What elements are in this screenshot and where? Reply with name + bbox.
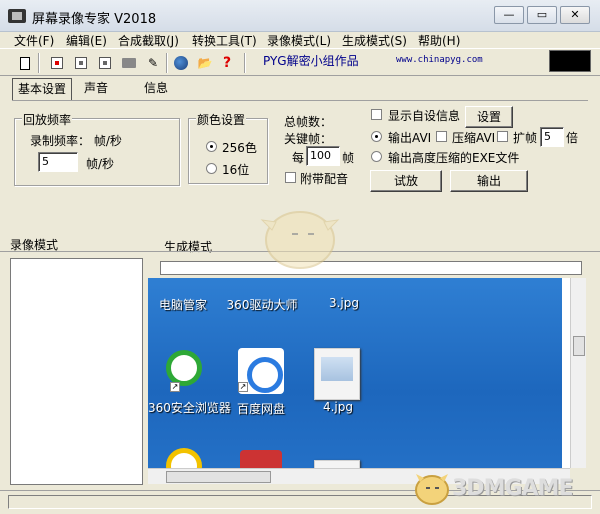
record-mode-label: 录像模式: [10, 238, 59, 252]
frame-preview[interactable]: 电脑管家 360驱动大师 3.jpg ↗ 360安全浏览器 ↗ 百度网盘 4.j…: [148, 278, 570, 468]
wand-icon[interactable]: ✎: [144, 54, 162, 72]
mascot-watermark-icon: [260, 211, 340, 269]
frames-unit: 帧: [342, 151, 355, 165]
mascot-logo-icon: [415, 474, 449, 505]
times-label: 倍: [566, 131, 579, 145]
camera-icon[interactable]: [120, 54, 138, 72]
record-mode-header: 录像模式: [10, 236, 150, 252]
menu-edit[interactable]: 编辑(E): [66, 32, 107, 49]
desktop-item-label: 百度网盘: [236, 402, 285, 416]
record-rate-label: 录制频率： 帧/秒: [30, 134, 122, 148]
tab-panel-border: [12, 100, 588, 101]
app-icon-partial: [166, 448, 202, 468]
output-avi-radio[interactable]: [371, 131, 382, 142]
settings-button[interactable]: 设置: [465, 106, 513, 128]
every-label: 每: [292, 151, 305, 165]
key-frame-input[interactable]: 100: [306, 146, 340, 166]
generate-mode-label: 生成模式: [164, 240, 213, 254]
shortcut-arrow-icon: ↗: [238, 382, 248, 392]
app-icon-partial: [240, 450, 282, 468]
tab-info[interactable]: 信息: [136, 78, 176, 100]
window-title: 屏幕录像专家 V2018: [32, 12, 157, 27]
color-256-label: 256色: [222, 141, 257, 155]
color-256-radio[interactable]: [206, 141, 217, 152]
close-button[interactable]: ✕: [560, 6, 590, 24]
output-exe-radio[interactable]: [371, 151, 382, 162]
stop-icon[interactable]: [96, 54, 114, 72]
maximize-button[interactable]: ▭: [527, 6, 557, 24]
file-path-field[interactable]: [160, 261, 582, 275]
compress-avi-checkbox[interactable]: [436, 131, 447, 142]
menu-record-mode[interactable]: 录像模式(L): [267, 32, 331, 49]
image-file-icon: [314, 460, 360, 468]
desktop-item-label: 3.jpg: [328, 296, 360, 310]
show-custom-info-label: 显示自设信息: [388, 109, 461, 123]
tab-audio[interactable]: 声音: [76, 78, 116, 100]
site-watermark: 3DMGAME: [412, 468, 592, 508]
pause-icon[interactable]: [72, 54, 90, 72]
color-16bit-label: 16位: [222, 163, 250, 177]
scroll-thumb[interactable]: [166, 471, 271, 483]
frame-rate-unit: 帧/秒: [86, 157, 115, 171]
menu-compose[interactable]: 合成截取(J): [118, 32, 179, 49]
show-custom-info-checkbox[interactable]: [371, 109, 382, 120]
record-icon[interactable]: [48, 54, 66, 72]
expand-frames-checkbox[interactable]: [497, 131, 508, 142]
generate-mode-header: 生成模式: [158, 236, 588, 254]
shortcut-arrow-icon: ↗: [170, 382, 180, 392]
menu-bar: 文件(F) 编辑(E) 合成截取(J) 转换工具(T) 录像模式(L) 生成模式…: [0, 32, 600, 48]
frame-rate-input[interactable]: 5: [38, 152, 78, 172]
app-icon: [8, 9, 26, 23]
preview-swatch: [549, 50, 591, 72]
watermark-text: 3DMGAME: [452, 476, 573, 501]
scroll-thumb[interactable]: [573, 336, 585, 356]
output-button[interactable]: 输出: [450, 170, 528, 192]
folder-icon[interactable]: 📂: [196, 54, 214, 72]
preview-play-button[interactable]: 试放: [370, 170, 442, 192]
playback-group-title: 回放频率: [22, 111, 73, 128]
menu-file[interactable]: 文件(F): [14, 32, 54, 49]
toolbar-separator: [166, 53, 168, 73]
audio-label: 附带配音: [300, 172, 349, 186]
preview-edge: [562, 278, 570, 468]
output-exe-label: 输出高度压缩的EXE文件: [388, 151, 520, 165]
menu-convert[interactable]: 转换工具(T): [192, 32, 257, 49]
desktop-item-label: 4.jpg: [322, 400, 354, 414]
new-file-icon[interactable]: [16, 54, 34, 72]
credit-text: PYG解密小组作品: [263, 54, 359, 68]
color-group-title: 颜色设置: [196, 111, 247, 128]
help-icon[interactable]: ?: [218, 54, 236, 72]
minimize-button[interactable]: —: [494, 6, 524, 24]
compress-avi-label: 压缩AVI: [452, 131, 496, 145]
browser-icon: [166, 350, 202, 386]
toolbar-separator: [38, 53, 40, 73]
toolbar-separator: [244, 53, 246, 73]
expand-frames-input[interactable]: 5: [540, 127, 564, 147]
expand-frames-label: 扩帧: [513, 131, 538, 145]
audio-checkbox[interactable]: [285, 172, 296, 183]
record-list-pane[interactable]: [10, 258, 143, 485]
total-frames-label: 总帧数：: [284, 115, 333, 129]
vertical-scrollbar[interactable]: [570, 278, 586, 468]
tab-basic-settings[interactable]: 基本设置: [12, 78, 72, 100]
menu-help[interactable]: 帮助(H): [418, 32, 460, 49]
desktop-item-label: 360安全浏览器: [148, 401, 231, 415]
color-16bit-radio[interactable]: [206, 163, 217, 174]
key-frame-label: 关键帧：: [284, 132, 333, 146]
globe-icon[interactable]: [172, 54, 190, 72]
desktop-item-label: 电脑管家: [158, 298, 207, 312]
title-bar: 屏幕录像专家 V2018 — ▭ ✕: [0, 0, 600, 32]
output-avi-label: 输出AVI: [388, 131, 432, 145]
url-link[interactable]: www.chinapyg.com: [396, 55, 483, 65]
desktop-item-label: 360驱动大师: [226, 298, 298, 312]
menu-generate-mode[interactable]: 生成模式(S): [342, 32, 407, 49]
image-file-icon: [314, 348, 360, 400]
